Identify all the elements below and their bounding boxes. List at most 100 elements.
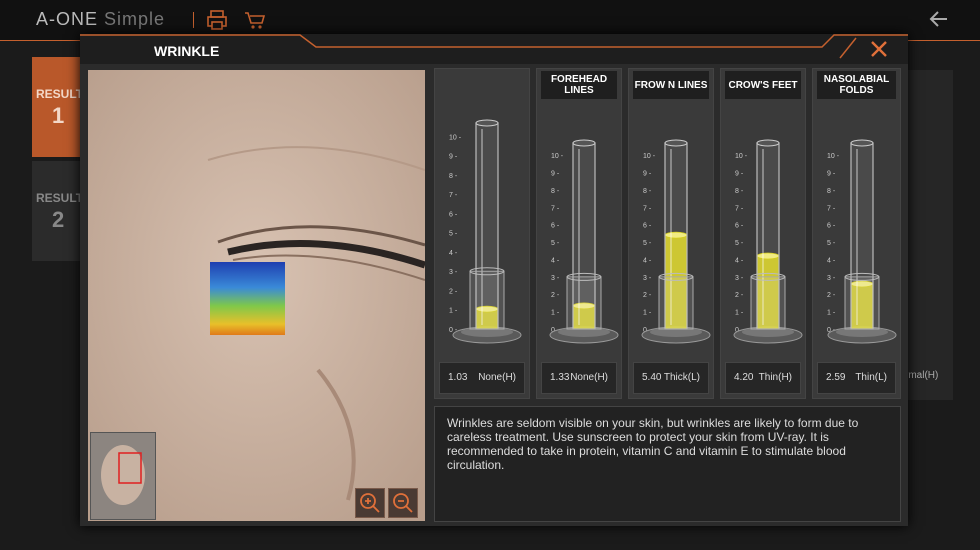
scale-tick-label: 6 - [643, 223, 652, 230]
gauge-level: None(H) [570, 372, 608, 383]
scale-tick-label: 8 - [551, 188, 560, 195]
wrinkle-heatmap-overlay [210, 262, 285, 335]
gauge-value: 2.59 [826, 372, 846, 383]
gauge-level: Thin(L) [855, 372, 887, 383]
gauge-result: 1.03 None(H) [439, 362, 525, 394]
scale-tick-label: 7 - [827, 205, 836, 212]
description-box: Wrinkles are seldom visible on your skin… [434, 406, 901, 522]
scale-tick-label: 3 - [827, 275, 836, 282]
gauge-result: 1.33 None(H) [541, 362, 617, 394]
scale-tick-label: 1 - [551, 310, 560, 317]
gauge-result: 2.59 Thin(L) [817, 362, 896, 394]
scale-tick-label: 7 - [449, 192, 458, 199]
printer-icon[interactable] [205, 8, 229, 32]
toolbar-separator [193, 12, 194, 28]
gauge-sleeve [566, 276, 602, 330]
zoom-out-icon [393, 493, 413, 513]
scale-tick-label: 2 - [735, 292, 744, 299]
gauge-tube-rim [475, 119, 499, 127]
scale-tick-label: 1 - [643, 310, 652, 317]
result-tab-label: RESULT [36, 87, 84, 101]
gauge-sleeve [750, 276, 786, 330]
gauge-level: Thick(L) [663, 372, 700, 383]
scale-tick-label: 8 - [643, 188, 652, 195]
scale-tick-label: 10 - [551, 153, 564, 160]
result-tab-number: 1 [52, 103, 65, 128]
gauge-nasolabial-folds: NASOLABIAL FOLDS 10 -9 -8 -7 -6 -5 -4 -3… [812, 68, 901, 399]
skin-photo [88, 70, 425, 521]
scale-tick-label: 8 - [735, 188, 744, 195]
gauge-sleeve [658, 276, 694, 330]
gauge-tube-rim [756, 139, 780, 147]
result-tab-1[interactable]: RESULT 1 [32, 57, 84, 157]
scale-tick-label: 4 - [643, 257, 652, 264]
scale-tick-label: 4 - [449, 250, 458, 257]
wrinkle-gauges: 10 -9 -8 -7 -6 -5 -4 -3 -2 -1 -0 - 1.03 N… [434, 68, 901, 399]
zoom-out-button[interactable] [388, 488, 418, 518]
scale-tick-label: 10 - [643, 153, 656, 160]
scale-tick-label: 6 - [735, 223, 744, 230]
close-icon[interactable] [868, 38, 890, 60]
gauge-result: 5.40 Thick(L) [633, 362, 709, 394]
modal-header: WRINKLE [80, 34, 908, 64]
app-brand: A-ONE Simple [36, 9, 166, 29]
description-text: Wrinkles are seldom visible on your skin… [447, 416, 859, 472]
scale-tick-label: 10 - [827, 153, 840, 160]
scale-tick-label: 7 - [735, 205, 744, 212]
scale-tick-label: 1 - [827, 310, 836, 317]
scale-tick-label: 4 - [551, 257, 560, 264]
scale-tick-label: 3 - [551, 275, 560, 282]
gauge-level: None(H) [478, 372, 516, 383]
scale-tick-label: 2 - [643, 292, 652, 299]
scale-tick-label: 7 - [643, 205, 652, 212]
scale-tick-label: 3 - [449, 269, 458, 276]
scale-tick-label: 6 - [551, 223, 560, 230]
scale-tick-label: 2 - [449, 288, 458, 295]
scale-tick-label: 8 - [827, 188, 836, 195]
gauge-tube-rim [572, 139, 596, 147]
gauge-crows-feet: CROW'S FEET 10 -9 -8 -7 -6 -5 -4 -3 -2 -… [720, 68, 806, 399]
scale-tick-label: 9 - [735, 171, 744, 178]
gauge-tube-rim [664, 139, 688, 147]
gauge-tube: 10 -9 -8 -7 -6 -5 -4 -3 -2 -1 -0 - [733, 139, 803, 344]
scale-tick-label: 5 - [827, 240, 836, 247]
scale-tick-label: 5 - [735, 240, 744, 247]
scale-tick-label: 5 - [449, 231, 458, 238]
modal-title: WRINKLE [154, 43, 220, 59]
gauge-tube: 10 -9 -8 -7 -6 -5 -4 -3 -2 -1 -0 - [549, 139, 619, 344]
result-tab-2[interactable]: RESULT 2 [32, 161, 84, 261]
scale-tick-label: 2 - [551, 292, 560, 299]
scale-tick-label: 5 - [643, 240, 652, 247]
zoom-in-button[interactable] [355, 488, 385, 518]
scale-tick-label: 2 - [827, 292, 836, 299]
scale-tick-label: 9 - [827, 171, 836, 178]
cart-icon[interactable] [243, 8, 267, 32]
scale-tick-label: 1 - [449, 308, 458, 315]
gauge-tube-rim [850, 139, 874, 147]
scale-tick-label: 3 - [735, 275, 744, 282]
gauge-forehead-lines: FOREHEAD LINES 10 -9 -8 -7 -6 -5 -4 -3 -… [536, 68, 622, 399]
scale-tick-label: 1 - [735, 310, 744, 317]
gauge-value: 1.03 [448, 372, 468, 383]
scale-tick-label: 3 - [643, 275, 652, 282]
scale-tick-label: 9 - [449, 154, 458, 161]
result-tab-number: 2 [52, 207, 65, 232]
gauge-result: 4.20 Thin(H) [725, 362, 801, 394]
gauge-frown-lines: FROW N LINES 10 -9 -8 -7 -6 -5 -4 -3 -2 … [628, 68, 714, 399]
gauge-overall: 10 -9 -8 -7 -6 -5 -4 -3 -2 -1 -0 - 1.03 N… [434, 68, 530, 399]
back-arrow-icon[interactable] [928, 8, 950, 30]
scale-tick-label: 9 - [551, 171, 560, 178]
face-thumbnail[interactable] [90, 432, 156, 520]
zoom-in-icon [360, 493, 380, 513]
gauge-value: 5.40 [642, 372, 662, 383]
scale-tick-label: 10 - [449, 134, 462, 141]
gauge-tube: 10 -9 -8 -7 -6 -5 -4 -3 -2 -1 -0 - [641, 139, 711, 344]
gauge-value: 4.20 [734, 372, 754, 383]
scale-tick-label: 7 - [551, 205, 560, 212]
scale-tick-label: 6 - [827, 223, 836, 230]
gauge-level: Thin(H) [758, 372, 792, 383]
gauge-sleeve [844, 276, 880, 330]
scale-tick-label: 9 - [643, 171, 652, 178]
scale-tick-label: 5 - [551, 240, 560, 247]
result-tab-label: RESULT [36, 191, 84, 205]
